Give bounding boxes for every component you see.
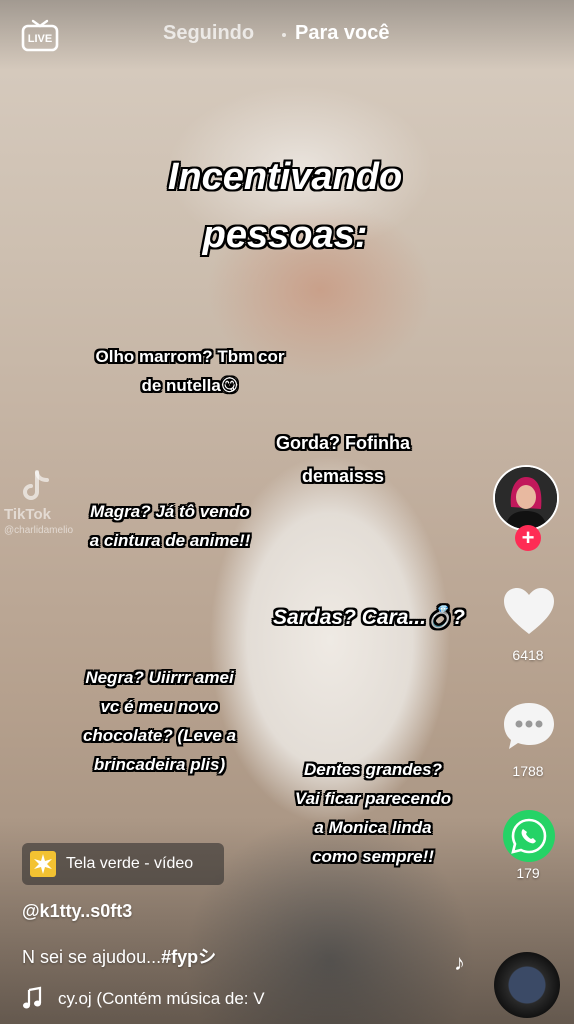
caption-thin: Magra? Já tô vendo a cintura de anime!!: [60, 497, 280, 555]
creator-avatar[interactable]: [493, 465, 559, 531]
caption-fat: Gorda? Fofinha demaisss: [238, 427, 448, 493]
effect-tag[interactable]: Tela verde - vídeo: [22, 843, 224, 885]
video-title: Incentivando pessoas:: [100, 148, 470, 264]
watermark-user: @charlidamelio: [4, 525, 74, 536]
title-line-2: pessoas:: [202, 214, 368, 256]
comment-icon: [504, 703, 554, 749]
caption-thin-line2: a cintura de anime!!: [89, 531, 251, 550]
tiktok-watermark: TikTok @charlidamelio: [4, 470, 73, 536]
caption-black-line3: chocolate? (Leve a: [82, 726, 237, 745]
caption-black-line2: vc é meu novo: [100, 697, 219, 716]
caption-black-line4: brincadeira plis): [93, 755, 226, 774]
tab-separator: [282, 33, 286, 37]
caption-thin-line1: Magra? Já tô vendo: [90, 502, 250, 521]
caption-black: Negra? Uiirrr amei vc é meu novo chocola…: [52, 663, 267, 779]
caption-teeth-line2: Vai ficar parecendo: [294, 789, 452, 808]
caption-freckles-line1: Sardas? Cara...💍?: [273, 606, 465, 629]
heart-icon: [504, 588, 554, 634]
comment-button[interactable]: [498, 700, 560, 756]
music-disc[interactable]: [494, 952, 560, 1018]
caption-fat-line2: demaisss: [301, 466, 385, 486]
caption-freckles: Sardas? Cara...💍?: [238, 603, 500, 633]
tiktok-logo-icon: [20, 470, 50, 504]
watermark-brand: TikTok: [4, 506, 51, 523]
title-line-1: Incentivando: [167, 156, 403, 198]
whatsapp-icon: [503, 810, 555, 862]
tab-following[interactable]: Seguindo: [163, 22, 254, 45]
effect-icon: [30, 851, 56, 877]
caption-eyes: Olho marrom? Tbm cor de nutella😋: [50, 342, 330, 400]
floating-note-icon: ♪: [454, 950, 465, 975]
video-description: N sei se ajudou...#fypシ: [22, 943, 216, 969]
top-gradient: [0, 0, 574, 70]
share-whatsapp-button[interactable]: [498, 808, 560, 864]
like-button[interactable]: [498, 586, 560, 642]
effect-label: Tela verde - vídeo: [66, 855, 194, 872]
caption-teeth-line3: a Monica linda: [314, 818, 432, 837]
live-label: LIVE: [27, 33, 53, 45]
video-feed-screen[interactable]: LIVE Seguindo Para você Incentivando pes…: [0, 0, 574, 1024]
caption-teeth-line1: Dentes grandes?: [304, 760, 442, 779]
comment-count: 1788: [512, 763, 544, 779]
caption-fat-line1: Gorda? Fofinha: [276, 433, 410, 453]
tab-for-you[interactable]: Para você: [295, 22, 390, 45]
music-note-icon: [22, 986, 42, 1010]
username[interactable]: @k1tty..s0ft3: [22, 901, 132, 922]
music-marquee[interactable]: cy.oj (Contém música de: V: [58, 989, 283, 1009]
caption-eyes-line1: Olho marrom? Tbm cor: [95, 347, 285, 366]
live-icon[interactable]: LIVE: [20, 18, 60, 52]
caption-teeth: Dentes grandes? Vai ficar parecendo a Mo…: [268, 755, 478, 871]
share-count: 179: [516, 865, 540, 881]
caption-black-line1: Negra? Uiirrr amei: [85, 668, 234, 687]
follow-plus-button[interactable]: +: [515, 525, 541, 551]
like-count: 6418: [512, 647, 544, 663]
description-text: N sei se ajudou...: [22, 947, 162, 967]
caption-teeth-line4: como sempre!!: [312, 847, 434, 866]
hashtag-fyp[interactable]: #fypシ: [161, 947, 216, 967]
caption-eyes-line2: de nutella😋: [141, 376, 239, 395]
